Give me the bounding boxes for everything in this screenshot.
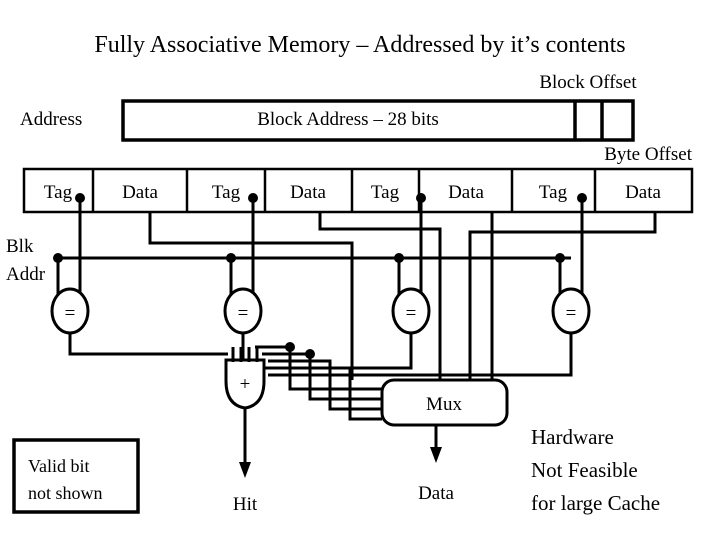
hit-arrowhead <box>239 462 251 478</box>
hit-output-label: Hit <box>233 494 258 515</box>
hardware-note-line1: Hardware <box>531 425 614 449</box>
data-output-label: Data <box>418 483 454 504</box>
tag-junction-dot-0 <box>75 193 85 203</box>
comparator-2-symbol: = <box>406 303 417 324</box>
table-cell-tag-3: Tag <box>539 182 568 203</box>
blk-addr-dot-2 <box>394 253 404 263</box>
select-dot-1 <box>305 349 315 359</box>
table-cell-tag-1: Tag <box>212 182 241 203</box>
hardware-note-line3: for large Cache <box>531 491 660 515</box>
blk-addr-dot-1 <box>226 253 236 263</box>
block-offset-label: Block Offset <box>539 72 637 93</box>
comparator-3-symbol: = <box>566 303 577 324</box>
blk-addr-label-line1: Blk <box>6 236 34 257</box>
comparator-2-output <box>262 333 413 370</box>
tag-junction-dot-1 <box>248 193 258 203</box>
address-label: Address <box>20 109 82 130</box>
blk-addr-dot-0 <box>53 253 63 263</box>
comparator-0-output <box>68 333 228 356</box>
or-gate-symbol: + <box>240 374 251 395</box>
slide-canvas: Fully Associative Memory – Addressed by … <box>0 0 720 540</box>
valid-bit-note-line1: Valid bit <box>28 456 90 476</box>
hardware-note-line2: Not Feasible <box>531 458 638 482</box>
table-cell-data-1: Data <box>290 182 326 203</box>
valid-bit-note-line2: not shown <box>28 483 103 503</box>
fully-associative-memory-diagram: Fully Associative Memory – Addressed by … <box>6 32 694 515</box>
byte-offset-label: Byte Offset <box>604 144 692 165</box>
block-address-bus: Blk Addr <box>6 236 571 296</box>
tag-junction-dot-2 <box>416 193 426 203</box>
page-title: Fully Associative Memory – Addressed by … <box>94 32 625 58</box>
table-cell-data-2: Data <box>448 182 484 203</box>
hardware-note: Hardware Not Feasible for large Cache <box>531 425 660 515</box>
or-gate: + <box>224 347 266 478</box>
table-cell-data-0: Data <box>122 182 158 203</box>
select-dot-0 <box>285 342 295 352</box>
table-cell-tag-0: Tag <box>44 182 73 203</box>
valid-bit-note: Valid bit not shown <box>12 438 140 514</box>
comparator-0: = <box>50 287 228 356</box>
mux-label: Mux <box>426 394 462 415</box>
comparator-1-symbol: = <box>238 303 249 324</box>
mux-select-wires <box>255 342 382 421</box>
blk-addr-dot-3 <box>555 253 565 263</box>
blk-addr-label-line2: Addr <box>6 264 46 285</box>
tag-junction-dot-3 <box>577 193 587 203</box>
table-cell-data-3: Data <box>625 182 661 203</box>
mux-output-arrowhead <box>430 447 442 463</box>
comparator-2: = <box>262 287 431 370</box>
mux: Mux <box>380 378 509 463</box>
block-address-field-label: Block Address – 28 bits <box>257 109 439 130</box>
memory-table: Tag Data Tag Data Tag Data Tag Data <box>22 167 694 214</box>
table-cell-tag-2: Tag <box>371 182 400 203</box>
comparator-0-symbol: = <box>65 303 76 324</box>
